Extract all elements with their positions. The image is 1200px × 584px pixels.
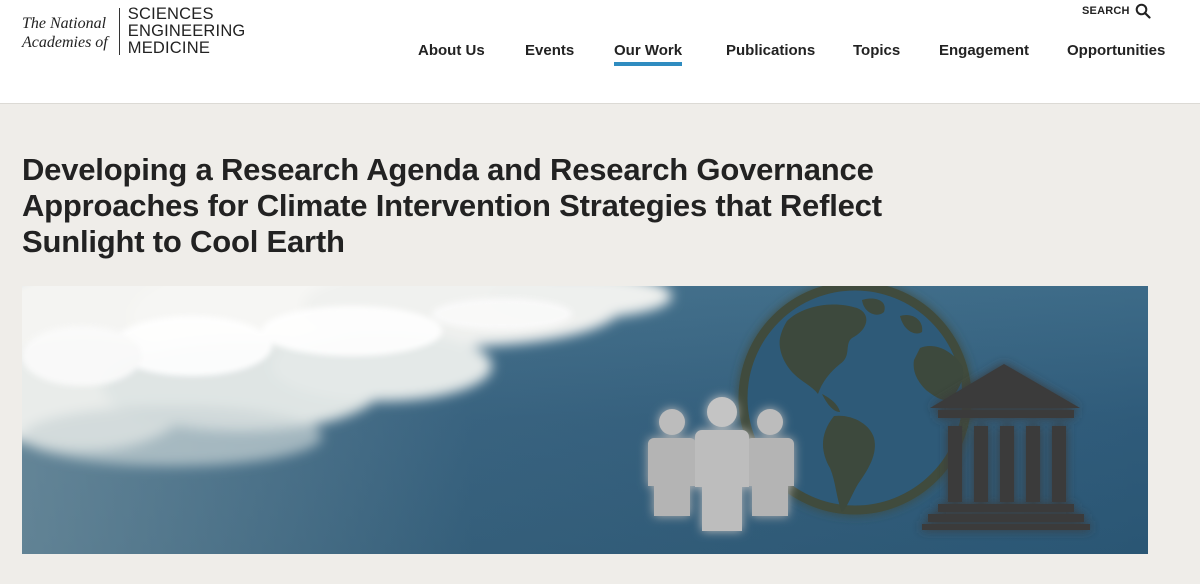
search-button[interactable]: SEARCH [1082, 3, 1151, 19]
nav-item-topics[interactable]: Topics [853, 42, 900, 59]
nav-item-engagement[interactable]: Engagement [939, 42, 1029, 59]
page-title: Developing a Research Agenda and Researc… [22, 152, 902, 260]
logo-line: ENGINEERING [127, 22, 246, 40]
page-title-line: Sunlight to Cool Earth [22, 224, 345, 259]
site-header: The National Academies of SCIENCES ENGIN… [0, 0, 1200, 104]
nav-item-our-work[interactable]: Our Work [614, 42, 683, 66]
nav-item-events[interactable]: Events [525, 42, 574, 59]
nav-item-opportunities[interactable]: Opportunities [1067, 42, 1165, 59]
logo-line: The National [22, 15, 107, 32]
logo-line: SCIENCES [127, 5, 214, 23]
hero-illustration [22, 286, 1148, 554]
hero-image [22, 286, 1148, 554]
people-icon [648, 397, 794, 531]
search-icon [1135, 3, 1151, 19]
main-nav: About Us Events Our Work Publications To… [0, 42, 1200, 72]
page-title-line: Approaches for Climate Intervention Stra… [22, 188, 882, 223]
search-label: SEARCH [1082, 5, 1130, 17]
nav-item-about-us[interactable]: About Us [418, 42, 485, 59]
nav-item-publications[interactable]: Publications [726, 42, 815, 59]
page-title-line: Developing a Research Agenda and Researc… [22, 152, 874, 187]
